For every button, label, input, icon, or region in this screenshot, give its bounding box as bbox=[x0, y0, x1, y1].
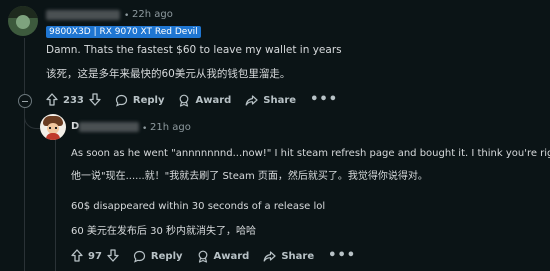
reply-thread-line[interactable] bbox=[55, 140, 56, 271]
speech-bubble-icon bbox=[133, 250, 146, 263]
comment-body-en: Damn. Thats the fastest $60 to leave my … bbox=[46, 44, 342, 56]
separator-dot: • bbox=[142, 124, 148, 134]
username-redacted[interactable] bbox=[46, 10, 120, 20]
reply-label: Reply bbox=[150, 250, 183, 262]
separator-dot: • bbox=[124, 11, 130, 21]
reply-button[interactable]: Reply bbox=[133, 250, 183, 263]
arrow-up-icon[interactable] bbox=[71, 247, 83, 266]
award-button[interactable]: Award bbox=[178, 94, 231, 107]
comment-body-zh: 60 美元在发布后 30 秒内就消失了，哈哈 bbox=[71, 226, 256, 237]
thread-line[interactable] bbox=[24, 38, 25, 271]
reply-label: Reply bbox=[132, 94, 165, 106]
vote-count: 233 bbox=[63, 94, 84, 106]
comment-body-zh: 该死，这是多年来最快的60美元从我的钱包里溜走。 bbox=[46, 68, 291, 80]
arrow-down-icon[interactable] bbox=[107, 247, 119, 266]
reply-button[interactable]: Reply bbox=[115, 94, 165, 107]
share-arrow-icon bbox=[245, 94, 258, 107]
comment-body-en: As soon as he went "annnnnnnd...now!" I … bbox=[71, 148, 550, 159]
award-label: Award bbox=[213, 250, 250, 262]
user-flair: 9800X3D | RX 9070 XT Red Devil bbox=[46, 26, 201, 38]
comment-action-bar: 97 Reply Award Share ••• bbox=[71, 245, 356, 267]
more-options-button[interactable]: ••• bbox=[310, 93, 338, 106]
award-button[interactable]: Award bbox=[197, 250, 250, 263]
comment-body-en: 60$ disappeared within 30 seconds of a r… bbox=[71, 201, 326, 212]
arrow-down-icon[interactable] bbox=[89, 91, 101, 110]
share-button[interactable]: Share bbox=[245, 94, 296, 107]
comment-timestamp[interactable]: 22h ago bbox=[132, 9, 173, 20]
more-options-button[interactable]: ••• bbox=[328, 249, 356, 262]
username-redacted[interactable] bbox=[79, 122, 139, 132]
share-arrow-icon bbox=[263, 250, 276, 263]
speech-bubble-icon bbox=[115, 94, 128, 107]
comment-body-zh: 他一说"现在......就！"我就去刷了 Steam 页面，然后就买了。我觉得你… bbox=[71, 171, 428, 182]
comment-timestamp[interactable]: 21h ago bbox=[150, 122, 191, 133]
share-label: Share bbox=[281, 250, 315, 262]
vote-count: 97 bbox=[88, 250, 102, 262]
share-label: Share bbox=[263, 94, 297, 106]
award-label: Award bbox=[195, 94, 232, 106]
share-button[interactable]: Share bbox=[263, 250, 314, 263]
arrow-up-icon[interactable] bbox=[46, 91, 58, 110]
award-ribbon-icon bbox=[197, 250, 209, 263]
comment-action-bar: 233 Reply Award Share ••• bbox=[46, 89, 338, 111]
award-ribbon-icon bbox=[178, 94, 190, 107]
avatar[interactable] bbox=[8, 6, 38, 36]
collapse-minus-icon[interactable] bbox=[18, 94, 32, 108]
avatar[interactable] bbox=[40, 114, 66, 140]
